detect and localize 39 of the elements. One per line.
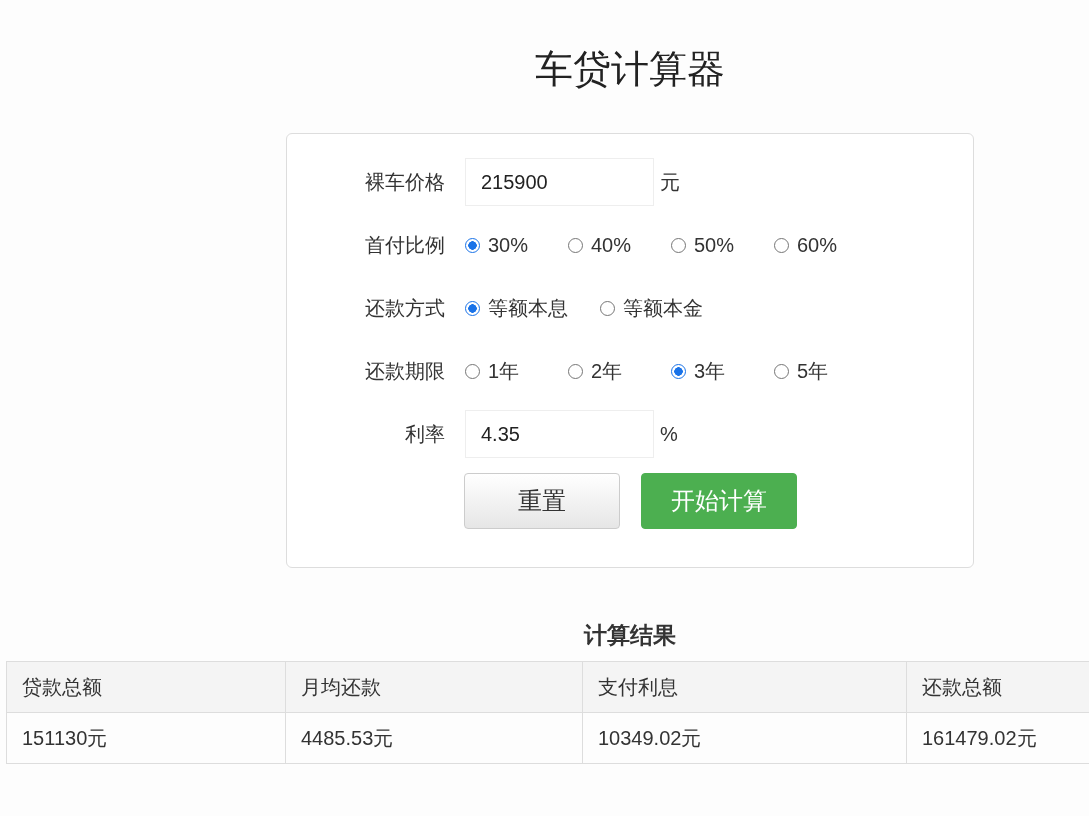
radio-button[interactable]	[671, 363, 686, 379]
table-header-cell: 支付利息	[582, 661, 907, 713]
radio-label: 2年	[591, 358, 623, 384]
radio-button[interactable]	[568, 237, 583, 253]
table-header-cell: 贷款总额	[6, 661, 286, 713]
page-title: 车贷计算器	[535, 47, 725, 92]
radio-button[interactable]	[774, 363, 789, 379]
radio-label: 60%	[797, 233, 838, 257]
unit-label: %	[660, 422, 678, 446]
table-cell: 151130元	[6, 712, 286, 764]
field-label: 还款方式	[364, 295, 445, 321]
field-label: 利率	[404, 421, 445, 447]
radio-label: 1年	[488, 358, 520, 384]
radio-label: 等额本金	[623, 295, 703, 321]
unit-label: 元	[660, 169, 680, 195]
field-label: 裸车价格	[364, 169, 445, 195]
radio-button[interactable]	[600, 300, 615, 316]
reset-button[interactable]: 重置	[464, 473, 620, 529]
input-field[interactable]: 4.35	[465, 410, 654, 458]
radio-label: 50%	[694, 233, 735, 257]
input-field[interactable]: 215900	[465, 158, 654, 206]
table-cell: 4485.53元	[285, 712, 583, 764]
radio-button[interactable]	[465, 237, 480, 253]
radio-label: 40%	[591, 233, 632, 257]
radio-label: 30%	[488, 233, 529, 257]
field-label: 首付比例	[364, 232, 445, 258]
radio-label: 等额本息	[488, 295, 568, 321]
table-header-cell: 还款总额	[906, 661, 1089, 713]
radio-button[interactable]	[671, 237, 686, 253]
field-label: 还款期限	[364, 358, 445, 384]
radio-button[interactable]	[774, 237, 789, 253]
radio-button[interactable]	[465, 300, 480, 316]
radio-button[interactable]	[465, 363, 480, 379]
radio-label: 5年	[797, 358, 829, 384]
radio-label: 3年	[694, 358, 726, 384]
radio-button[interactable]	[568, 363, 583, 379]
table-header-cell: 月均还款	[285, 661, 583, 713]
table-cell: 10349.02元	[582, 712, 907, 764]
results-title: 计算结果	[584, 621, 676, 650]
